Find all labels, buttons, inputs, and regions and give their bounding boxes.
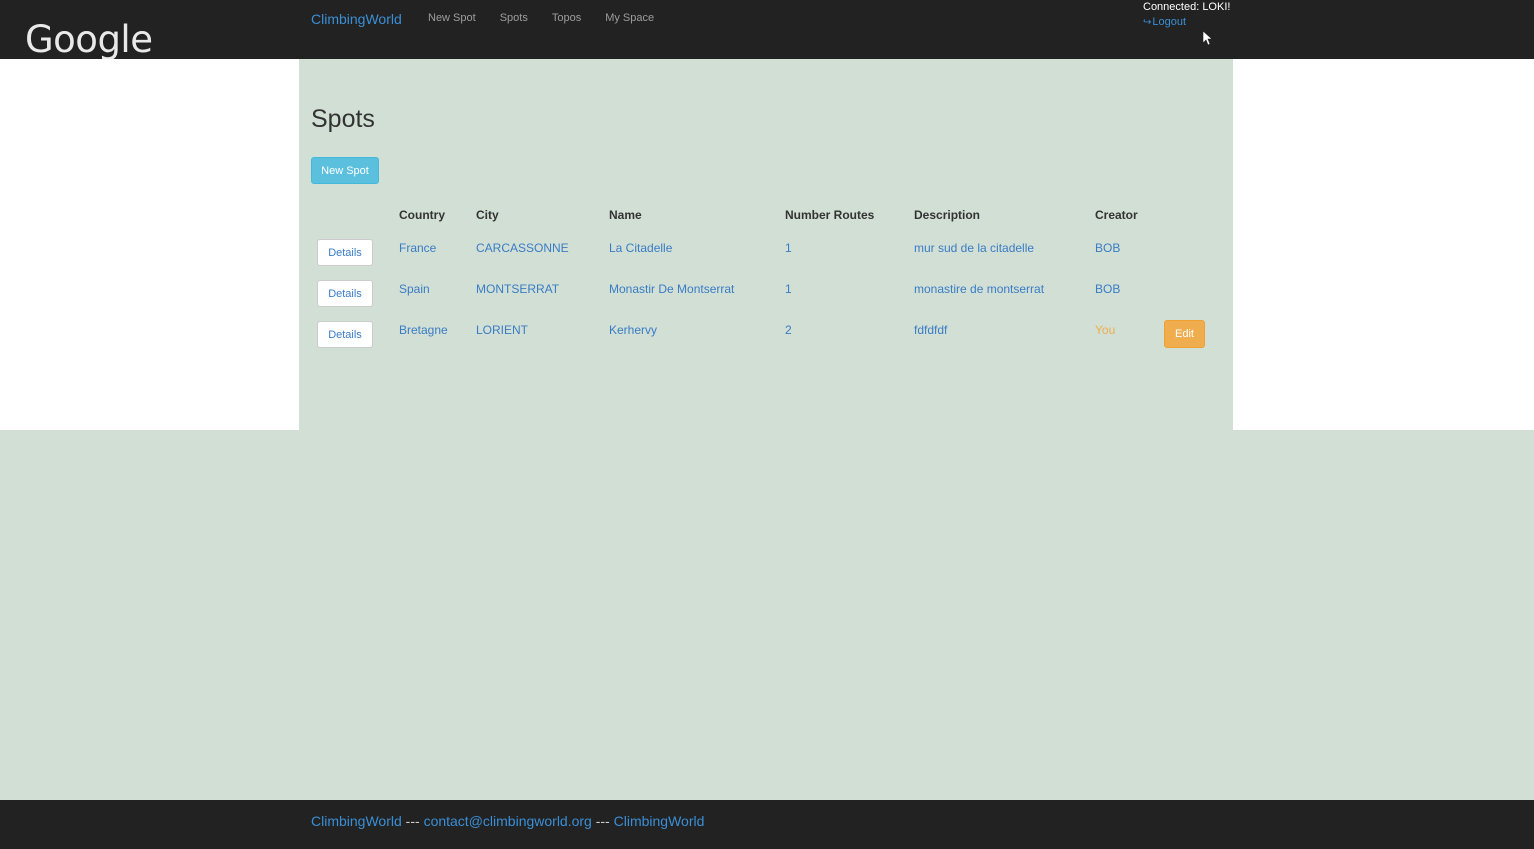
header-city: City	[476, 208, 499, 222]
cell-city[interactable]: LORIENT	[476, 323, 528, 337]
cell-routes[interactable]: 1	[785, 241, 792, 255]
cell-creator[interactable]: BOB	[1095, 241, 1120, 255]
nav-links: New Spot Spots Topos My Space	[428, 12, 678, 24]
cell-description[interactable]: monastire de montserrat	[914, 282, 1044, 296]
nav-new-spot[interactable]: New Spot	[428, 12, 476, 24]
cell-name[interactable]: La Citadelle	[609, 241, 672, 255]
cell-description[interactable]: mur sud de la citadelle	[914, 241, 1034, 255]
cell-name[interactable]: Kerhervy	[609, 323, 657, 337]
cell-routes[interactable]: 1	[785, 282, 792, 296]
mouse-cursor-icon	[1203, 31, 1213, 46]
left-margin-panel	[0, 59, 299, 430]
nav-topos[interactable]: Topos	[552, 12, 581, 24]
footer-brand-left[interactable]: ClimbingWorld	[311, 813, 402, 829]
nav-spots[interactable]: Spots	[500, 12, 528, 24]
details-button[interactable]: Details	[317, 280, 373, 307]
logout-icon: ↪	[1143, 17, 1152, 28]
header-description: Description	[914, 208, 981, 222]
logout-link[interactable]: ↪Logout	[1143, 16, 1186, 28]
connected-status: Connected: LOKI!	[1143, 1, 1231, 13]
header-creator: Creator	[1095, 208, 1138, 222]
cell-city[interactable]: MONTSERRAT	[476, 282, 559, 296]
cell-creator[interactable]: BOB	[1095, 282, 1120, 296]
page-title: Spots	[311, 105, 375, 133]
header-name: Name	[609, 208, 642, 222]
details-button[interactable]: Details	[317, 321, 373, 348]
cell-country[interactable]: Bretagne	[399, 323, 448, 337]
right-margin-panel	[1233, 59, 1534, 430]
details-button[interactable]: Details	[317, 239, 373, 266]
cell-routes[interactable]: 2	[785, 323, 792, 337]
logout-label: Logout	[1152, 16, 1187, 28]
top-navbar: Google ClimbingWorld New Spot Spots Topo…	[0, 0, 1534, 61]
footer-separator: ---	[595, 813, 610, 829]
header-country: Country	[399, 208, 445, 222]
new-spot-button[interactable]: New Spot	[311, 157, 379, 184]
header-number-routes: Number Routes	[785, 208, 875, 222]
google-logo: Google	[25, 18, 153, 61]
footer-separator: ---	[405, 813, 420, 829]
cell-name[interactable]: Monastir De Montserrat	[609, 282, 734, 296]
nav-my-space[interactable]: My Space	[605, 12, 654, 24]
cell-description[interactable]: fdfdfdf	[914, 323, 947, 337]
footer-brand-right[interactable]: ClimbingWorld	[614, 813, 705, 829]
footer-text: ClimbingWorld --- contact@climbingworld.…	[311, 813, 704, 829]
cell-city[interactable]: CARCASSONNE	[476, 241, 569, 255]
edit-button[interactable]: Edit	[1164, 320, 1205, 348]
cell-country[interactable]: France	[399, 241, 436, 255]
cell-country[interactable]: Spain	[399, 282, 430, 296]
brand-link[interactable]: ClimbingWorld	[311, 11, 402, 27]
footer-email-link[interactable]: contact@climbingworld.org	[424, 813, 592, 829]
cell-creator-you: You	[1095, 323, 1116, 337]
footer: ClimbingWorld --- contact@climbingworld.…	[0, 800, 1534, 849]
